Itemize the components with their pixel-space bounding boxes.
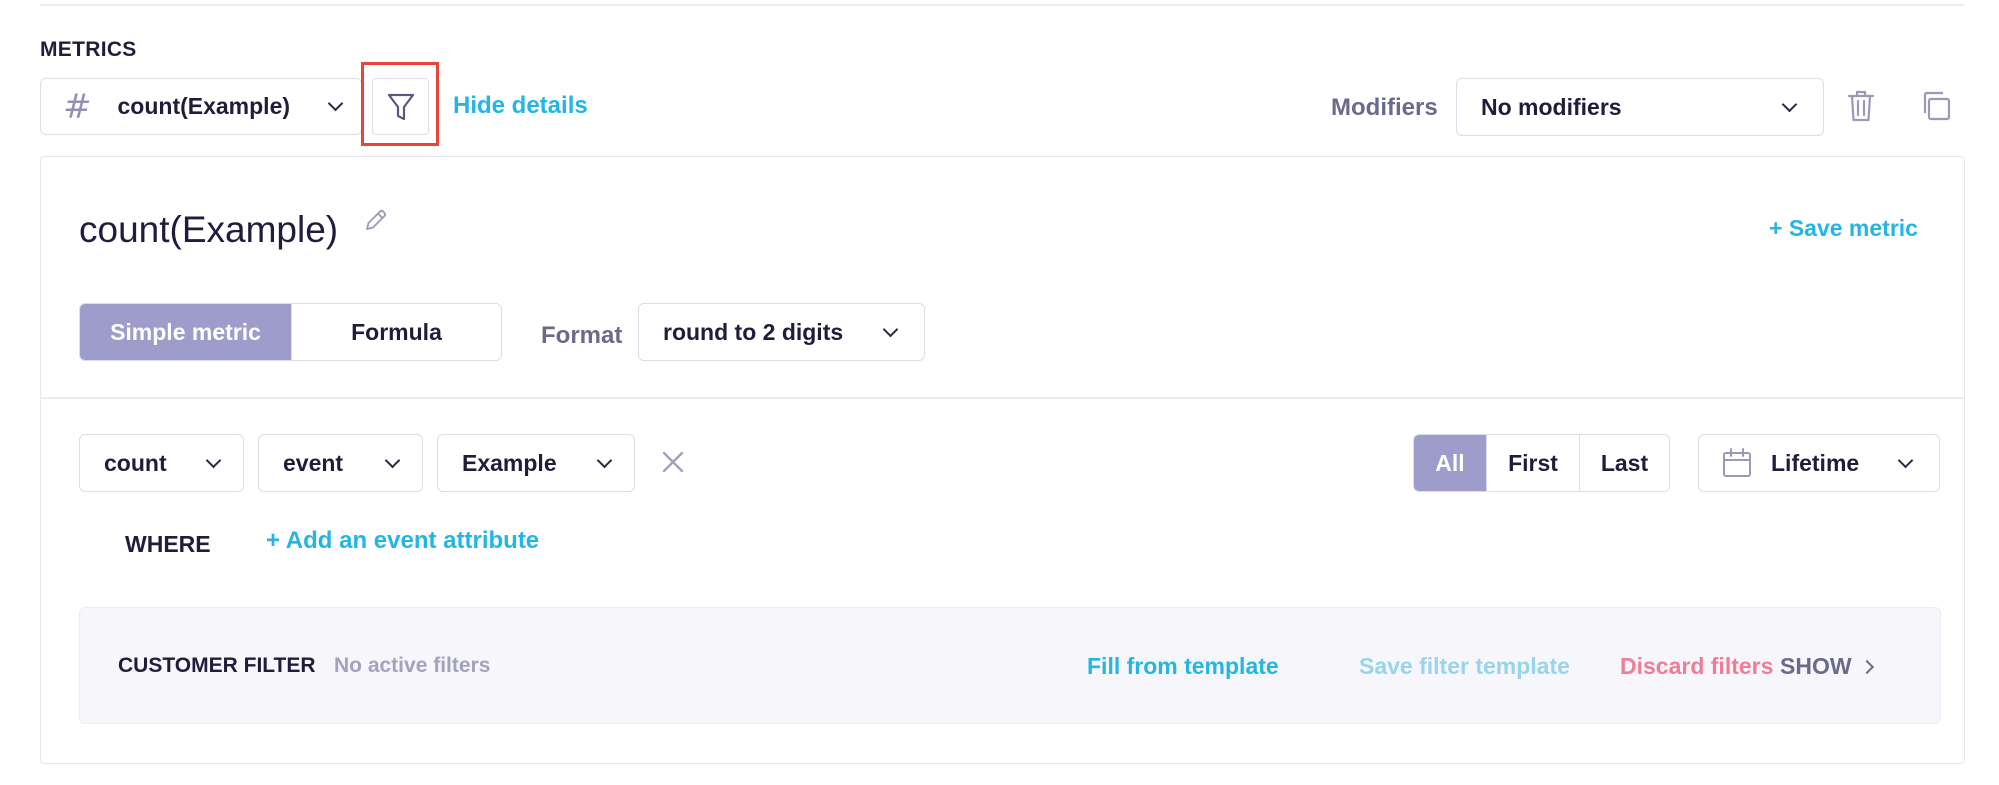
format-label: Format xyxy=(541,322,623,349)
tab-formula[interactable]: Formula xyxy=(291,304,501,360)
calendar-icon xyxy=(1723,448,1751,477)
customer-filter-label: CUSTOMER FILTER xyxy=(118,654,316,677)
chevron-down-icon xyxy=(882,321,899,337)
metric-select-value: count(Example) xyxy=(117,93,291,119)
metric-details-card: count(Example) + Save metric Simple metr… xyxy=(40,156,1965,764)
section-title: METRICS xyxy=(40,38,137,61)
funnel-icon xyxy=(387,93,414,120)
trash-icon xyxy=(1847,90,1875,122)
delete-metric-button[interactable] xyxy=(1846,89,1876,128)
source-select[interactable]: event xyxy=(258,434,423,492)
date-range-select[interactable]: Lifetime xyxy=(1698,434,1940,492)
occurrence-tabs: All First Last xyxy=(1413,434,1670,492)
close-icon xyxy=(662,451,684,473)
edit-title-button[interactable] xyxy=(363,207,389,238)
filter-button[interactable] xyxy=(372,78,429,135)
copy-icon xyxy=(1923,91,1951,121)
hide-details-link[interactable]: Hide details xyxy=(453,92,588,120)
save-metric-link[interactable]: + Save metric xyxy=(1769,215,1918,242)
customer-filter-panel: CUSTOMER FILTER No active filters Fill f… xyxy=(79,607,1941,724)
format-select[interactable]: round to 2 digits xyxy=(638,303,925,361)
metric-select[interactable]: # count(Example) xyxy=(40,78,362,135)
top-divider xyxy=(40,4,1964,6)
chevron-down-icon xyxy=(1781,96,1798,112)
discard-filters-link[interactable]: Discard filters xyxy=(1620,653,1773,680)
customer-filter-status: No active filters xyxy=(334,654,491,677)
pencil-icon xyxy=(366,209,387,230)
show-filters-label: SHOW xyxy=(1780,653,1852,679)
show-filters-toggle[interactable]: SHOW xyxy=(1780,653,1874,680)
event-select[interactable]: Example xyxy=(437,434,635,492)
add-event-attribute-link[interactable]: + Add an event attribute xyxy=(266,527,539,555)
hash-icon: # xyxy=(63,86,92,127)
event-select-value: Example xyxy=(462,449,557,476)
chevron-down-icon xyxy=(327,95,344,112)
tab-last[interactable]: Last xyxy=(1579,435,1669,491)
chevron-down-icon xyxy=(384,452,401,468)
metric-type-tabs: Simple metric Formula xyxy=(79,303,502,361)
chevron-down-icon xyxy=(1897,452,1914,468)
aggregation-select-value: count xyxy=(104,449,167,476)
chevron-down-icon xyxy=(596,452,613,468)
date-range-value: Lifetime xyxy=(1771,449,1860,476)
tab-first[interactable]: First xyxy=(1486,435,1579,491)
chevron-down-icon xyxy=(205,452,222,468)
modifiers-select-value: No modifiers xyxy=(1481,93,1622,120)
fill-from-template-link[interactable]: Fill from template xyxy=(1087,653,1279,680)
remove-event-button[interactable] xyxy=(658,447,688,482)
modifiers-label: Modifiers xyxy=(1331,94,1438,121)
format-select-value: round to 2 digits xyxy=(663,318,844,345)
tab-all[interactable]: All xyxy=(1414,435,1486,491)
chevron-right-icon xyxy=(1859,659,1874,675)
save-filter-template-link[interactable]: Save filter template xyxy=(1359,653,1570,680)
tab-simple-metric[interactable]: Simple metric xyxy=(80,304,291,360)
aggregation-select[interactable]: count xyxy=(79,434,244,492)
source-select-value: event xyxy=(283,449,344,476)
where-label: WHERE xyxy=(125,531,211,557)
duplicate-metric-button[interactable] xyxy=(1920,90,1952,127)
metric-title: count(Example) xyxy=(79,209,339,250)
card-divider xyxy=(41,397,1964,399)
modifiers-select[interactable]: No modifiers xyxy=(1456,78,1824,136)
